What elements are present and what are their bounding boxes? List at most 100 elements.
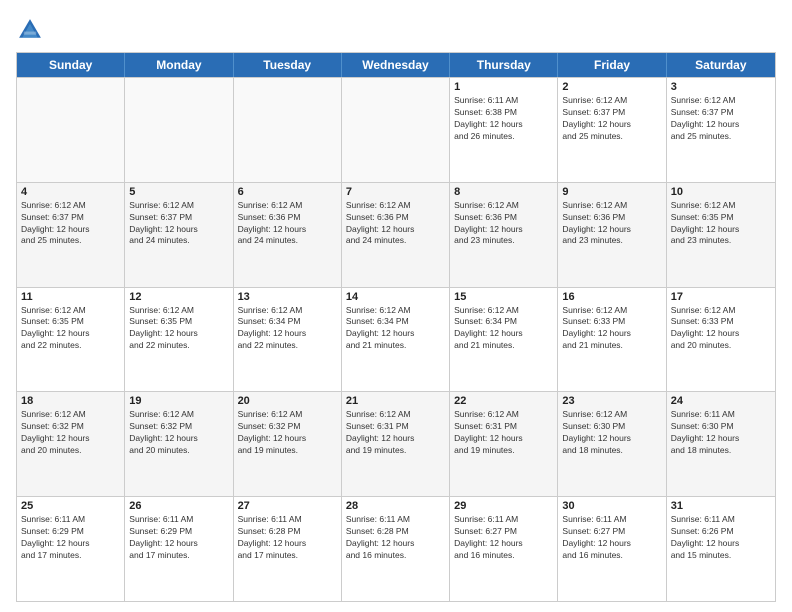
day-number: 16 xyxy=(562,291,661,303)
page: SundayMondayTuesdayWednesdayThursdayFrid… xyxy=(0,0,792,612)
calendar-cell: 29 Sunrise: 6:11 AM Sunset: 6:27 PM Dayli… xyxy=(450,497,558,601)
header xyxy=(16,16,776,44)
day-info: Sunrise: 6:11 AM Sunset: 6:28 PM Dayligh… xyxy=(238,514,337,562)
calendar-cell: 28 Sunrise: 6:11 AM Sunset: 6:28 PM Dayli… xyxy=(342,497,450,601)
day-info: Sunrise: 6:11 AM Sunset: 6:26 PM Dayligh… xyxy=(671,514,771,562)
day-number: 3 xyxy=(671,81,771,93)
day-number: 22 xyxy=(454,395,553,407)
day-number: 9 xyxy=(562,186,661,198)
day-number: 10 xyxy=(671,186,771,198)
day-number: 8 xyxy=(454,186,553,198)
calendar-cell: 16 Sunrise: 6:12 AM Sunset: 6:33 PM Dayli… xyxy=(558,288,666,392)
calendar-cell: 1Sunrise: 6:11 AM Sunset: 6:38 PM Daylig… xyxy=(450,78,558,182)
calendar-week-4: 18Sunrise: 6:12 AM Sunset: 6:32 PM Dayli… xyxy=(17,391,775,496)
day-number: 17 xyxy=(671,291,771,303)
day-number: 12 xyxy=(129,291,228,303)
day-number: 28 xyxy=(346,500,445,512)
header-day-saturday: Saturday xyxy=(667,53,775,77)
calendar-cell: 18Sunrise: 6:12 AM Sunset: 6:32 PM Dayli… xyxy=(17,392,125,496)
calendar-week-3: 11 Sunrise: 6:12 AM Sunset: 6:35 PM Dayli… xyxy=(17,287,775,392)
calendar-cell: 8Sunrise: 6:12 AM Sunset: 6:36 PM Daylig… xyxy=(450,183,558,287)
calendar-cell: 13Sunrise: 6:12 AM Sunset: 6:34 PM Dayli… xyxy=(234,288,342,392)
day-info: Sunrise: 6:12 AM Sunset: 6:33 PM Dayligh… xyxy=(671,305,771,353)
day-info: Sunrise: 6:11 AM Sunset: 6:27 PM Dayligh… xyxy=(454,514,553,562)
day-info: Sunrise: 6:12 AM Sunset: 6:31 PM Dayligh… xyxy=(346,409,445,457)
calendar-week-5: 25Sunrise: 6:11 AM Sunset: 6:29 PM Dayli… xyxy=(17,496,775,601)
calendar-cell: 9 Sunrise: 6:12 AM Sunset: 6:36 PM Daylig… xyxy=(558,183,666,287)
day-info: Sunrise: 6:12 AM Sunset: 6:35 PM Dayligh… xyxy=(671,200,771,248)
day-number: 26 xyxy=(129,500,228,512)
calendar-cell xyxy=(17,78,125,182)
calendar-cell: 12 Sunrise: 6:12 AM Sunset: 6:35 PM Dayli… xyxy=(125,288,233,392)
day-number: 24 xyxy=(671,395,771,407)
calendar-cell: 15 Sunrise: 6:12 AM Sunset: 6:34 PM Dayli… xyxy=(450,288,558,392)
day-info: Sunrise: 6:12 AM Sunset: 6:37 PM Dayligh… xyxy=(562,95,661,143)
header-day-tuesday: Tuesday xyxy=(234,53,342,77)
day-number: 14 xyxy=(346,291,445,303)
calendar-header: SundayMondayTuesdayWednesdayThursdayFrid… xyxy=(17,53,775,77)
calendar-cell: 3Sunrise: 6:12 AM Sunset: 6:37 PM Daylig… xyxy=(667,78,775,182)
logo-icon xyxy=(16,16,44,44)
day-number: 19 xyxy=(129,395,228,407)
calendar-cell: 27 Sunrise: 6:11 AM Sunset: 6:28 PM Dayli… xyxy=(234,497,342,601)
day-number: 29 xyxy=(454,500,553,512)
calendar-cell: 24 Sunrise: 6:11 AM Sunset: 6:30 PM Dayli… xyxy=(667,392,775,496)
calendar-week-1: 1Sunrise: 6:11 AM Sunset: 6:38 PM Daylig… xyxy=(17,77,775,182)
header-day-thursday: Thursday xyxy=(450,53,558,77)
calendar-cell: 7 Sunrise: 6:12 AM Sunset: 6:36 PM Daylig… xyxy=(342,183,450,287)
day-number: 11 xyxy=(21,291,120,303)
day-info: Sunrise: 6:12 AM Sunset: 6:32 PM Dayligh… xyxy=(21,409,120,457)
day-info: Sunrise: 6:12 AM Sunset: 6:32 PM Dayligh… xyxy=(238,409,337,457)
day-info: Sunrise: 6:12 AM Sunset: 6:34 PM Dayligh… xyxy=(346,305,445,353)
calendar-cell: 17 Sunrise: 6:12 AM Sunset: 6:33 PM Dayli… xyxy=(667,288,775,392)
day-number: 21 xyxy=(346,395,445,407)
header-day-sunday: Sunday xyxy=(17,53,125,77)
calendar-cell: 20 Sunrise: 6:12 AM Sunset: 6:32 PM Dayli… xyxy=(234,392,342,496)
day-number: 6 xyxy=(238,186,337,198)
calendar-cell: 23Sunrise: 6:12 AM Sunset: 6:30 PM Dayli… xyxy=(558,392,666,496)
day-info: Sunrise: 6:11 AM Sunset: 6:28 PM Dayligh… xyxy=(346,514,445,562)
calendar-cell: 10 Sunrise: 6:12 AM Sunset: 6:35 PM Dayli… xyxy=(667,183,775,287)
day-info: Sunrise: 6:12 AM Sunset: 6:37 PM Dayligh… xyxy=(21,200,120,248)
calendar-cell: 6 Sunrise: 6:12 AM Sunset: 6:36 PM Daylig… xyxy=(234,183,342,287)
calendar-cell: 30 Sunrise: 6:11 AM Sunset: 6:27 PM Dayli… xyxy=(558,497,666,601)
day-number: 7 xyxy=(346,186,445,198)
calendar: SundayMondayTuesdayWednesdayThursdayFrid… xyxy=(16,52,776,602)
day-info: Sunrise: 6:11 AM Sunset: 6:27 PM Dayligh… xyxy=(562,514,661,562)
calendar-week-2: 4 Sunrise: 6:12 AM Sunset: 6:37 PM Daylig… xyxy=(17,182,775,287)
day-number: 20 xyxy=(238,395,337,407)
calendar-cell: 2Sunrise: 6:12 AM Sunset: 6:37 PM Daylig… xyxy=(558,78,666,182)
calendar-body: 1Sunrise: 6:11 AM Sunset: 6:38 PM Daylig… xyxy=(17,77,775,601)
day-info: Sunrise: 6:11 AM Sunset: 6:29 PM Dayligh… xyxy=(129,514,228,562)
day-number: 4 xyxy=(21,186,120,198)
day-info: Sunrise: 6:11 AM Sunset: 6:29 PM Dayligh… xyxy=(21,514,120,562)
day-info: Sunrise: 6:12 AM Sunset: 6:30 PM Dayligh… xyxy=(562,409,661,457)
day-number: 5 xyxy=(129,186,228,198)
calendar-cell: 21 Sunrise: 6:12 AM Sunset: 6:31 PM Dayli… xyxy=(342,392,450,496)
day-info: Sunrise: 6:12 AM Sunset: 6:36 PM Dayligh… xyxy=(238,200,337,248)
day-info: Sunrise: 6:11 AM Sunset: 6:38 PM Dayligh… xyxy=(454,95,553,143)
day-info: Sunrise: 6:11 AM Sunset: 6:30 PM Dayligh… xyxy=(671,409,771,457)
header-day-friday: Friday xyxy=(558,53,666,77)
calendar-cell xyxy=(342,78,450,182)
header-day-monday: Monday xyxy=(125,53,233,77)
day-info: Sunrise: 6:12 AM Sunset: 6:33 PM Dayligh… xyxy=(562,305,661,353)
day-info: Sunrise: 6:12 AM Sunset: 6:36 PM Dayligh… xyxy=(346,200,445,248)
day-info: Sunrise: 6:12 AM Sunset: 6:36 PM Dayligh… xyxy=(562,200,661,248)
day-number: 27 xyxy=(238,500,337,512)
calendar-cell: 22Sunrise: 6:12 AM Sunset: 6:31 PM Dayli… xyxy=(450,392,558,496)
logo xyxy=(16,16,48,44)
day-number: 15 xyxy=(454,291,553,303)
day-info: Sunrise: 6:12 AM Sunset: 6:34 PM Dayligh… xyxy=(454,305,553,353)
day-info: Sunrise: 6:12 AM Sunset: 6:37 PM Dayligh… xyxy=(129,200,228,248)
day-info: Sunrise: 6:12 AM Sunset: 6:32 PM Dayligh… xyxy=(129,409,228,457)
day-info: Sunrise: 6:12 AM Sunset: 6:35 PM Dayligh… xyxy=(21,305,120,353)
calendar-cell: 14 Sunrise: 6:12 AM Sunset: 6:34 PM Dayli… xyxy=(342,288,450,392)
calendar-cell: 26 Sunrise: 6:11 AM Sunset: 6:29 PM Dayli… xyxy=(125,497,233,601)
calendar-cell: 19 Sunrise: 6:12 AM Sunset: 6:32 PM Dayli… xyxy=(125,392,233,496)
calendar-cell: 31Sunrise: 6:11 AM Sunset: 6:26 PM Dayli… xyxy=(667,497,775,601)
calendar-cell: 5 Sunrise: 6:12 AM Sunset: 6:37 PM Daylig… xyxy=(125,183,233,287)
calendar-cell xyxy=(234,78,342,182)
day-info: Sunrise: 6:12 AM Sunset: 6:35 PM Dayligh… xyxy=(129,305,228,353)
day-number: 30 xyxy=(562,500,661,512)
